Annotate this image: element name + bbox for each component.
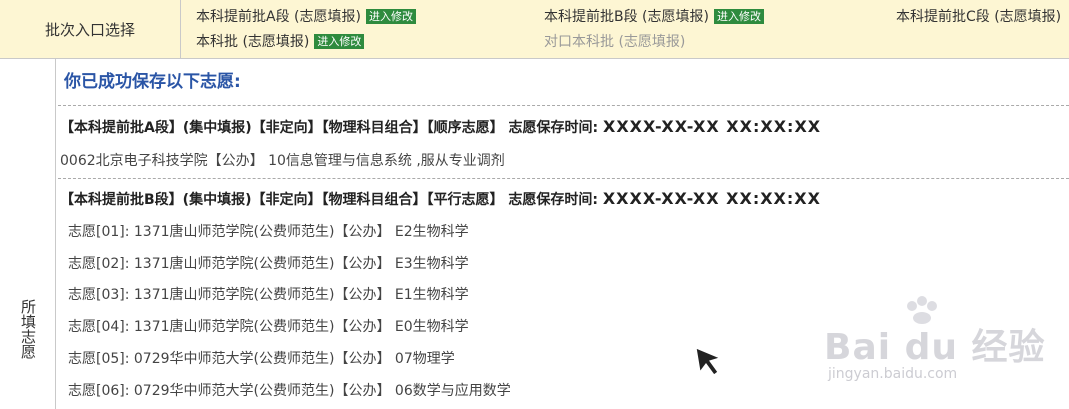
side-column: 所填志愿 bbox=[0, 59, 56, 409]
cursor-arrow-icon bbox=[695, 347, 722, 376]
batch-options: 本科提前批A段 (志愿填报) 进入修改 本科提前批B段 (志愿填报) 进入修改 … bbox=[181, 0, 1069, 58]
section-a-header-text: 【本科提前批A段】(集中填报)【非定向】【物理科目组合】【顺序志愿】 志愿保存时… bbox=[60, 120, 599, 136]
batch-option-c[interactable]: 本科提前批C段 (志愿填报) bbox=[896, 6, 1061, 26]
saved-title: 你已成功保存以下志愿: bbox=[64, 72, 241, 92]
batch-option-b-label: 本科提前批B段 (志愿填报) bbox=[544, 9, 709, 25]
batch-option-a-label: 本科提前批A段 (志愿填报) bbox=[196, 9, 361, 25]
watermark-brand: Bai du 经验 bbox=[824, 327, 1046, 368]
divider bbox=[58, 178, 1069, 179]
batch-option-c-label: 本科提前批C段 (志愿填报) bbox=[896, 9, 1062, 25]
divider bbox=[58, 105, 1069, 106]
watermark: Bai du 经验 jingyan.baidu.com bbox=[810, 296, 1060, 396]
section-b-save-time: XXXX-XX-XX XX:XX:XX bbox=[602, 189, 821, 208]
batch-option-vocational: 对口本科批 (志愿填报) bbox=[544, 31, 685, 51]
batch-entry-bar: 批次入口选择 本科提前批A段 (志愿填报) 进入修改 本科提前批B段 (志愿填报… bbox=[0, 0, 1069, 59]
batch-undergrad-modify-button[interactable]: 进入修改 bbox=[314, 33, 365, 49]
section-a-header: 【本科提前批A段】(集中填报)【非定向】【物理科目组合】【顺序志愿】 志愿保存时… bbox=[60, 117, 821, 137]
volunteer-row: 志愿[06]: 0729华中师范大学(公费师范生)【公办】 06数学与应用数学 bbox=[68, 383, 511, 399]
watermark-url: jingyan.baidu.com bbox=[828, 366, 958, 382]
volunteer-row: 志愿[01]: 1371唐山师范学院(公费师范生)【公办】 E2生物科学 bbox=[68, 224, 469, 240]
volunteer-row: 志愿[05]: 0729华中师范大学(公费师范生)【公办】 07物理学 bbox=[68, 351, 455, 367]
section-a-volunteer: 0062北京电子科技学院【公办】 10信息管理与信息系统 ,服从专业调剂 bbox=[60, 153, 505, 169]
section-b-header: 【本科提前批B段】(集中填报)【非定向】【物理科目组合】【平行志愿】 志愿保存时… bbox=[60, 189, 821, 209]
batch-entry-label: 批次入口选择 bbox=[0, 0, 181, 58]
page: 批次入口选择 本科提前批A段 (志愿填报) 进入修改 本科提前批B段 (志愿填报… bbox=[0, 0, 1069, 409]
batch-option-a[interactable]: 本科提前批A段 (志愿填报) 进入修改 bbox=[196, 6, 416, 26]
volunteer-row: 志愿[02]: 1371唐山师范学院(公费师范生)【公办】 E3生物科学 bbox=[68, 256, 469, 272]
batch-option-vocational-label: 对口本科批 (志愿填报) bbox=[544, 34, 686, 50]
section-a-save-time: XXXX-XX-XX XX:XX:XX bbox=[602, 117, 822, 136]
batch-a-modify-button[interactable]: 进入修改 bbox=[365, 8, 416, 24]
batch-option-undergrad-label: 本科批 (志愿填报) bbox=[196, 34, 310, 50]
batch-b-modify-button[interactable]: 进入修改 bbox=[713, 8, 764, 24]
batch-option-undergrad[interactable]: 本科批 (志愿填报) 进入修改 bbox=[196, 31, 365, 51]
batch-option-b[interactable]: 本科提前批B段 (志愿填报) 进入修改 bbox=[544, 6, 764, 26]
side-label: 所填志愿 bbox=[19, 299, 37, 359]
volunteer-row: 志愿[03]: 1371唐山师范学院(公费师范生)【公办】 E1生物科学 bbox=[68, 287, 469, 303]
volunteer-row: 志愿[04]: 1371唐山师范学院(公费师范生)【公办】 E0生物科学 bbox=[68, 319, 469, 335]
section-b-header-text: 【本科提前批B段】(集中填报)【非定向】【物理科目组合】【平行志愿】 志愿保存时… bbox=[60, 192, 598, 208]
